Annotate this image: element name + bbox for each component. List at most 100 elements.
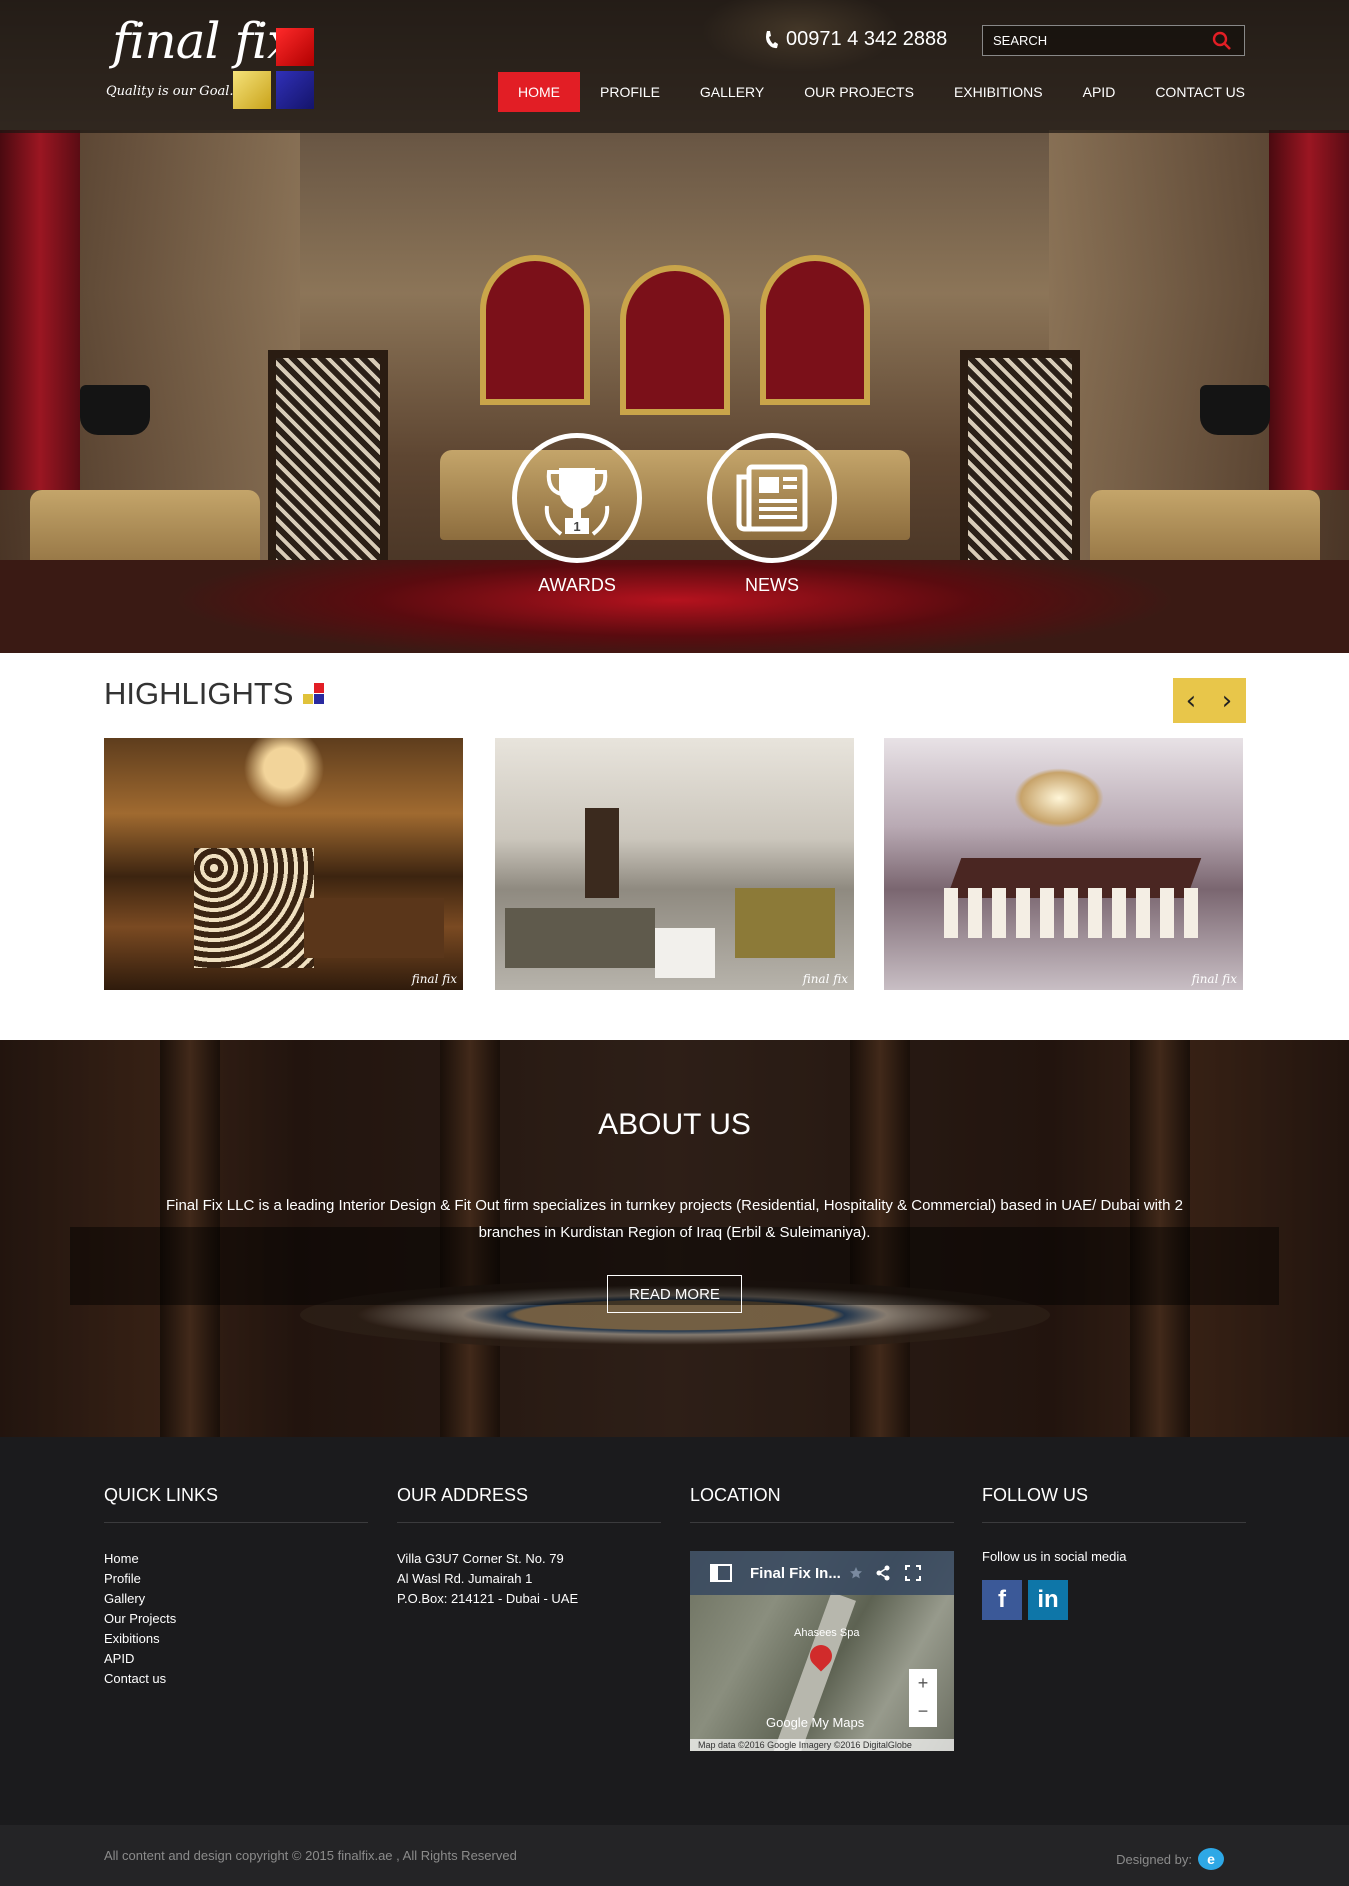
map-title[interactable]: Final Fix In... <box>750 1565 841 1582</box>
logo-blue-square <box>276 71 314 109</box>
facebook-icon[interactable]: f <box>982 1580 1022 1620</box>
follow-text: Follow us in social media <box>982 1549 1127 1564</box>
lamp <box>1200 385 1270 435</box>
sofa <box>440 450 910 540</box>
quick-links-list: Home Profile Gallery Our Projects Exibit… <box>104 1549 368 1689</box>
search-box <box>982 25 1245 56</box>
phone-icon <box>766 30 778 48</box>
carpet <box>0 560 1349 653</box>
image-detail <box>505 908 655 968</box>
nav-profile[interactable]: PROFILE <box>580 72 680 112</box>
address-title: OUR ADDRESS <box>397 1485 661 1523</box>
footer-link-our-projects[interactable]: Our Projects <box>104 1611 176 1626</box>
footer-link-home[interactable]: Home <box>104 1551 139 1566</box>
image-watermark: final fix <box>802 972 848 986</box>
footer-link-apid[interactable]: APID <box>104 1651 134 1666</box>
copyright-text: All content and design copyright © 2015 … <box>104 1848 517 1863</box>
news-label[interactable]: NEWS <box>707 575 837 596</box>
footer: QUICK LINKS Home Profile Gallery Our Pro… <box>0 1437 1349 1825</box>
highlights-title: HIGHLIGHTS <box>104 676 294 711</box>
feature-awards[interactable]: 1 AWARDS <box>512 433 642 596</box>
news-circle[interactable] <box>707 433 837 563</box>
curtain-left <box>0 130 80 490</box>
logo-text: final fix <box>112 12 295 70</box>
nav-gallery[interactable]: GALLERY <box>680 72 784 112</box>
image-detail <box>944 888 1204 938</box>
highlight-image-living-room[interactable]: final fix <box>495 738 854 990</box>
phone-text: 00971 4 342 2888 <box>786 28 948 50</box>
star-icon[interactable] <box>849 1566 863 1580</box>
phone-number[interactable]: 00971 4 342 2888 <box>764 28 947 51</box>
footer-link-gallery[interactable]: Gallery <box>104 1591 145 1606</box>
location-map[interactable]: Final Fix In... Ahasees Spa + − Google M… <box>690 1551 954 1751</box>
linkedin-icon[interactable]: in <box>1028 1580 1068 1620</box>
footer-link-profile[interactable]: Profile <box>104 1571 141 1586</box>
brand-squares-icon <box>303 683 325 705</box>
about-text: Final Fix LLC is a leading Interior Desi… <box>165 1197 1184 1241</box>
fullscreen-icon[interactable] <box>904 1565 921 1581</box>
search-icon[interactable] <box>1212 31 1232 51</box>
feature-news[interactable]: NEWS <box>707 433 837 596</box>
trophy-icon: 1 <box>544 468 610 536</box>
address-line: P.O.Box: 214121 - Dubai - UAE <box>397 1591 579 1606</box>
map-zoom-controls: + − <box>909 1669 937 1727</box>
image-detail <box>304 898 444 958</box>
nav-apid[interactable]: APID <box>1063 72 1136 112</box>
address-block: Villa G3U7 Corner St. No. 79 Al Wasl Rd.… <box>397 1549 661 1609</box>
logo-red-square <box>276 28 314 66</box>
footer-quick-links: QUICK LINKS Home Profile Gallery Our Pro… <box>104 1485 368 1689</box>
address-line: Villa G3U7 Corner St. No. 79 <box>397 1551 564 1566</box>
awards-circle[interactable]: 1 <box>512 433 642 563</box>
nav-contact-us[interactable]: CONTACT US <box>1135 72 1265 112</box>
map-sidebar-icon[interactable] <box>710 1564 732 1582</box>
designed-by: Designed by: e <box>1116 1848 1224 1870</box>
about-title: ABOUT US <box>598 1108 751 1141</box>
share-icon[interactable] <box>875 1565 891 1581</box>
highlights-heading: HIGHLIGHTS <box>104 676 325 712</box>
logo-yellow-square <box>233 71 271 109</box>
map-header: Final Fix In... <box>690 1551 954 1595</box>
lamp <box>80 385 150 435</box>
quick-links-title: QUICK LINKS <box>104 1485 368 1523</box>
highlight-image-dining-hall[interactable]: final fix <box>884 738 1243 990</box>
logo[interactable]: final fix Quality is our Goal... <box>104 12 319 114</box>
google-my-maps-label: Google My Maps <box>766 1715 865 1730</box>
image-detail <box>655 928 715 978</box>
image-watermark: final fix <box>1191 972 1237 986</box>
curtain-right <box>1269 130 1349 490</box>
search-input[interactable] <box>983 26 1203 55</box>
copyright-bar: All content and design copyright © 2015 … <box>0 1825 1349 1886</box>
image-detail <box>1014 768 1104 828</box>
highlight-image-restaurant[interactable]: final fix <box>104 738 463 990</box>
footer-link-exibitions[interactable]: Exibitions <box>104 1631 160 1646</box>
hero-banner: final fix Quality is our Goal... 00971 4… <box>0 0 1349 653</box>
footer-link-contact-us[interactable]: Contact us <box>104 1671 166 1686</box>
image-detail <box>585 808 619 898</box>
footer-location: LOCATION <box>690 1485 954 1523</box>
arch <box>620 265 730 415</box>
nav-our-projects[interactable]: OUR PROJECTS <box>784 72 934 112</box>
zoom-in-button[interactable]: + <box>909 1669 937 1697</box>
carousel-next-button[interactable]: › <box>1209 678 1245 723</box>
nav-home[interactable]: HOME <box>498 72 580 112</box>
location-title: LOCATION <box>690 1485 954 1523</box>
carousel-arrows: ‹ › <box>1173 678 1246 723</box>
carousel-prev-button[interactable]: ‹ <box>1173 678 1209 723</box>
footer-follow: FOLLOW US Follow us in social media f in <box>982 1485 1246 1620</box>
social-icons: f in <box>982 1580 1246 1620</box>
awards-label[interactable]: AWARDS <box>512 575 642 596</box>
designer-logo-icon[interactable]: e <box>1198 1848 1224 1870</box>
arch <box>760 255 870 405</box>
main-nav: HOME PROFILE GALLERY OUR PROJECTS EXHIBI… <box>498 72 1265 112</box>
carved-screen <box>268 350 388 580</box>
zoom-out-button[interactable]: − <box>909 1697 937 1725</box>
read-more-button[interactable]: READ MORE <box>607 1275 742 1313</box>
image-watermark: final fix <box>411 972 457 986</box>
arch <box>480 255 590 405</box>
svg-text:1: 1 <box>573 519 580 534</box>
designed-by-text: Designed by: <box>1116 1851 1192 1867</box>
newspaper-icon <box>736 464 808 532</box>
about-section: ABOUT US Final Fix LLC is a leading Inte… <box>0 1040 1349 1437</box>
image-detail <box>194 848 314 968</box>
nav-exhibitions[interactable]: EXHIBITIONS <box>934 72 1063 112</box>
